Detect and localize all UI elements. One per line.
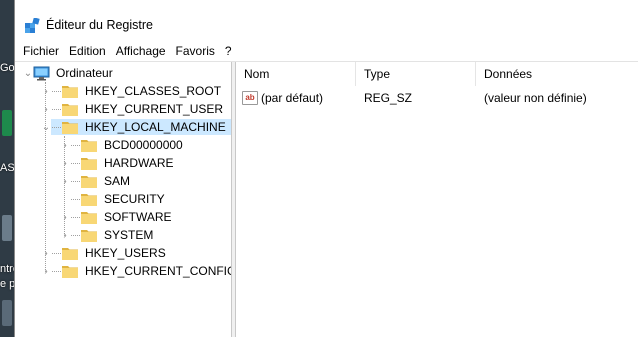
folder-icon bbox=[81, 210, 97, 224]
column-header-type[interactable]: Type bbox=[356, 62, 476, 86]
string-value-icon: ab bbox=[242, 91, 258, 105]
tree-node-label: HARDWARE bbox=[104, 156, 174, 170]
desktop-background: Go AS ntre e p bbox=[0, 0, 14, 337]
chevron-right-icon[interactable]: › bbox=[60, 172, 70, 190]
tree-dots bbox=[71, 216, 80, 218]
tree-dots bbox=[71, 198, 80, 200]
value-type: REG_SZ bbox=[364, 91, 413, 105]
folder-icon bbox=[81, 192, 97, 206]
desktop-icon-label: ntre bbox=[0, 263, 14, 275]
tree-node-label: HKEY_USERS bbox=[85, 246, 166, 260]
tree-node-root[interactable]: ⌄ Ordinateur bbox=[23, 64, 115, 82]
folder-icon bbox=[81, 138, 97, 152]
tree-node-label: HKEY_CURRENT_CONFIG bbox=[85, 264, 232, 278]
menu-favoris[interactable]: Favoris bbox=[172, 44, 219, 58]
tree-node-label: Ordinateur bbox=[56, 66, 113, 80]
tree-node-hkey-current-user[interactable]: › HKEY_CURRENT_USER bbox=[41, 100, 225, 118]
tree-node-hkey-users[interactable]: › HKEY_USERS bbox=[41, 244, 168, 262]
tree-node-label: BCD00000000 bbox=[104, 138, 183, 152]
tree-dots bbox=[52, 90, 61, 92]
tree-node-label: HKEY_CURRENT_USER bbox=[85, 102, 224, 116]
tree-dots bbox=[71, 162, 80, 164]
registry-tree[interactable]: ⌄ Ordinateur › HKEY_CLASSES_ROOT › HKEY_… bbox=[15, 62, 232, 337]
chevron-right-icon[interactable]: › bbox=[41, 82, 51, 100]
menu-bar: Fichier Edition Affichage Favoris ? bbox=[15, 42, 638, 60]
menu-edition[interactable]: Edition bbox=[65, 44, 110, 58]
tree-node-label: HKEY_CLASSES_ROOT bbox=[85, 84, 222, 98]
window-title: Éditeur du Registre bbox=[46, 18, 154, 32]
registry-editor-icon bbox=[24, 17, 40, 34]
chevron-down-icon[interactable]: ⌄ bbox=[41, 118, 51, 136]
column-header-nom[interactable]: Nom bbox=[236, 62, 356, 86]
menu-fichier[interactable]: Fichier bbox=[19, 44, 63, 58]
value-name-cell: ab (par défaut) bbox=[242, 88, 323, 108]
folder-icon bbox=[81, 156, 97, 170]
tree-dots bbox=[71, 144, 80, 146]
tree-dots bbox=[52, 252, 61, 254]
desktop-app-icon[interactable] bbox=[2, 300, 12, 326]
folder-icon bbox=[62, 84, 78, 98]
tree-node-hkey-local-machine[interactable]: ⌄ HKEY_LOCAL_MACHINE bbox=[41, 118, 231, 136]
tree-node-security[interactable]: SECURITY bbox=[60, 190, 167, 208]
editor-body: ⌄ Ordinateur › HKEY_CLASSES_ROOT › HKEY_… bbox=[15, 61, 638, 337]
tree-node-hkey-classes-root[interactable]: › HKEY_CLASSES_ROOT bbox=[41, 82, 223, 100]
tree-node-label: SAM bbox=[104, 174, 131, 188]
chevron-right-icon[interactable]: › bbox=[60, 208, 70, 226]
chevron-right-icon[interactable]: › bbox=[60, 226, 70, 244]
folder-icon bbox=[81, 228, 97, 242]
folder-icon bbox=[62, 246, 78, 260]
folder-icon bbox=[62, 120, 78, 134]
chevron-right-icon[interactable]: › bbox=[60, 154, 70, 172]
desktop-app-icon[interactable] bbox=[2, 215, 12, 241]
folder-icon bbox=[81, 174, 97, 188]
tree-dots bbox=[52, 108, 61, 110]
menu-help[interactable]: ? bbox=[221, 44, 236, 58]
chevron-right-icon[interactable]: › bbox=[60, 136, 70, 154]
tree-node-label: SECURITY bbox=[104, 192, 165, 206]
tree-dots bbox=[71, 234, 80, 236]
tree-node-sam[interactable]: › SAM bbox=[60, 172, 132, 190]
tree-node-software[interactable]: › SOFTWARE bbox=[60, 208, 174, 226]
tree-node-system[interactable]: › SYSTEM bbox=[60, 226, 155, 244]
value-data: (valeur non définie) bbox=[484, 91, 587, 105]
title-bar[interactable]: Éditeur du Registre bbox=[15, 0, 638, 42]
tree-node-label: SOFTWARE bbox=[104, 210, 172, 224]
tree-node-label: SYSTEM bbox=[104, 228, 154, 242]
registry-editor-window: Éditeur du Registre Fichier Edition Affi… bbox=[14, 0, 638, 337]
tree-dots bbox=[52, 270, 61, 272]
chevron-down-icon[interactable]: ⌄ bbox=[23, 64, 33, 82]
tree-node-label: HKEY_LOCAL_MACHINE bbox=[85, 120, 226, 134]
tree-node-hkey-current-config[interactable]: › HKEY_CURRENT_CONFIG bbox=[41, 262, 232, 280]
desktop-icon-label: AS bbox=[0, 162, 14, 174]
column-header-donnees[interactable]: Données bbox=[476, 62, 636, 86]
chevron-right-icon[interactable]: › bbox=[41, 100, 51, 118]
desktop-icon-label: e p bbox=[0, 278, 14, 290]
desktop-app-icon[interactable] bbox=[2, 110, 12, 136]
chevron-right-icon[interactable]: › bbox=[41, 262, 51, 280]
chevron-right-icon[interactable]: › bbox=[41, 244, 51, 262]
tree-dots bbox=[52, 126, 61, 128]
values-list[interactable]: Nom Type Données ab (par défaut) REG_SZ … bbox=[236, 62, 638, 337]
value-name: (par défaut) bbox=[261, 91, 324, 105]
desktop-icon-label: Go bbox=[0, 62, 14, 74]
tree-node-bcd00000000[interactable]: › BCD00000000 bbox=[60, 136, 185, 154]
folder-icon bbox=[62, 264, 78, 278]
menu-affichage[interactable]: Affichage bbox=[112, 44, 170, 58]
tree-node-hardware[interactable]: › HARDWARE bbox=[60, 154, 176, 172]
folder-icon bbox=[62, 102, 78, 116]
tree-dots bbox=[71, 180, 80, 182]
table-row[interactable]: ab (par défaut) REG_SZ (valeur non défin… bbox=[236, 88, 638, 108]
computer-icon bbox=[33, 66, 50, 81]
